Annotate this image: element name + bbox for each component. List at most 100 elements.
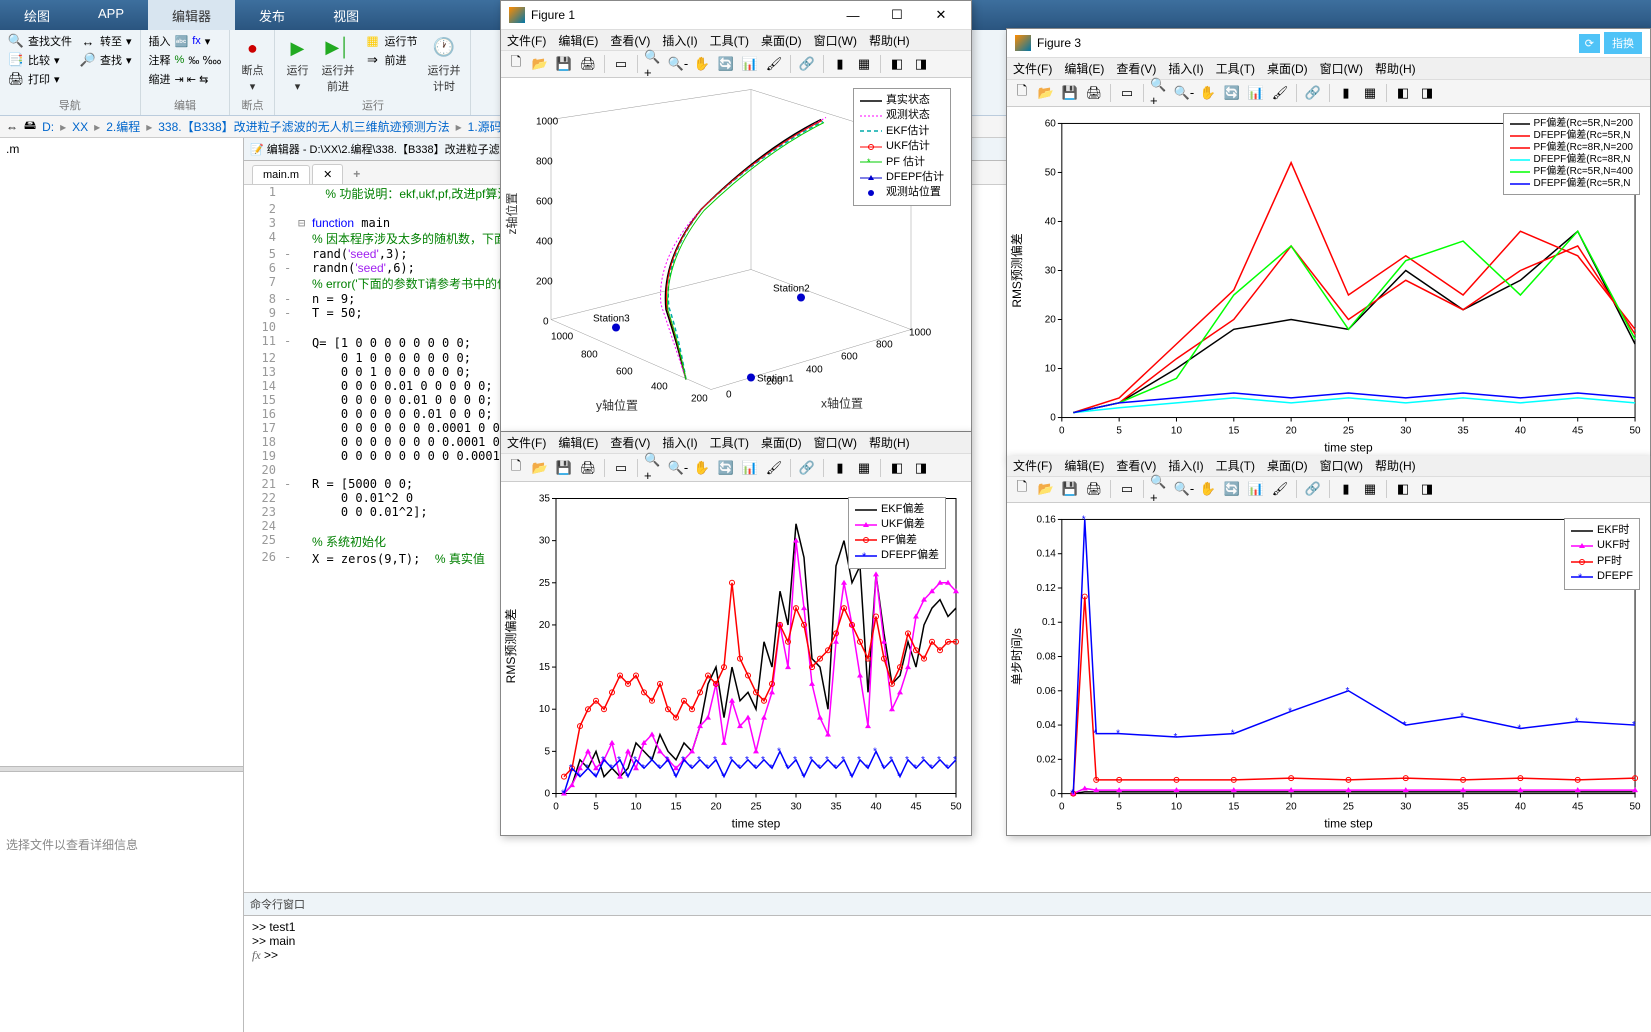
- find-button[interactable]: 🔎查找▾: [78, 51, 134, 69]
- open-icon[interactable]: 📂: [529, 53, 551, 75]
- svg-text:800: 800: [581, 350, 598, 361]
- svg-text:15: 15: [670, 802, 682, 813]
- svg-text:*: *: [1231, 729, 1235, 740]
- switch-button[interactable]: ⟳: [1579, 34, 1600, 53]
- svg-text:*: *: [721, 772, 725, 783]
- figure-1-axes[interactable]: Station1 Station2 Station3 1000800600400…: [501, 78, 971, 431]
- open-icon[interactable]: 📂: [529, 457, 551, 479]
- figure-1-legend[interactable]: 真实状态 观测状态 EKF估计 UKF估计 *PF 估计 DFEPF估计 观测站…: [853, 88, 951, 206]
- svg-text:25: 25: [1343, 802, 1355, 813]
- new-icon[interactable]: 🗋: [505, 457, 527, 479]
- figure-2-axes[interactable]: 0510152025303540455005101520253035******…: [501, 482, 971, 835]
- svg-text:y轴位置: y轴位置: [596, 398, 638, 413]
- insert-button[interactable]: 插入 🔤 fx ▾: [147, 32, 224, 50]
- menu-insert[interactable]: 插入(I): [662, 32, 697, 49]
- svg-text:Station3: Station3: [593, 314, 630, 325]
- legend-icon[interactable]: ▦: [853, 53, 875, 75]
- minimize-button[interactable]: —: [831, 1, 875, 29]
- figure-2-legend[interactable]: EKF偏差 UKF偏差 PF偏差 *DFEPF偏差: [848, 497, 946, 569]
- breakpoints-button[interactable]: ●断点▾: [236, 32, 268, 97]
- switch-button-label[interactable]: 指换: [1604, 32, 1642, 54]
- menu-tool[interactable]: 工具(T): [710, 32, 749, 49]
- svg-text:5: 5: [1116, 426, 1122, 437]
- run-time-button[interactable]: 🕐运行并 计时: [423, 32, 464, 97]
- addr-seg1[interactable]: XX: [72, 120, 88, 134]
- svg-text:x轴位置: x轴位置: [821, 396, 863, 411]
- svg-text:*: *: [761, 755, 765, 766]
- link-icon[interactable]: 🔗: [796, 53, 818, 75]
- svg-text:*: *: [625, 772, 629, 783]
- run-button[interactable]: ▶运行▾: [281, 32, 313, 97]
- pan-icon[interactable]: ✋: [691, 53, 713, 75]
- addr-nav-icon[interactable]: ⇔: [6, 120, 18, 134]
- new-icon[interactable]: 🗋: [505, 53, 527, 75]
- addr-seg4[interactable]: 1.源码: [468, 118, 502, 135]
- comment-button[interactable]: 注释 % ‰ ‱: [147, 51, 224, 69]
- print-button[interactable]: 🖨打印▾: [6, 70, 74, 88]
- editor-tab-close[interactable]: ✕: [312, 164, 343, 184]
- svg-text:z轴位置: z轴位置: [504, 192, 519, 234]
- indent-button[interactable]: 缩进 ⇥ ⇤ ⇆: [147, 70, 224, 88]
- figure-4-legend[interactable]: EKF时 UKF时 PF时 *DFEPF: [1564, 518, 1640, 590]
- datatip-icon[interactable]: 📊: [739, 53, 761, 75]
- zoom-in-icon[interactable]: 🔍+: [643, 53, 665, 75]
- save-icon[interactable]: 💾: [553, 457, 575, 479]
- command-window[interactable]: >> test1 >> main fx >>: [244, 916, 1651, 1032]
- menu-help[interactable]: 帮助(H): [869, 32, 910, 49]
- advance-button[interactable]: ⇒前进: [362, 51, 419, 69]
- tab-app[interactable]: APP: [74, 0, 148, 30]
- svg-text:200: 200: [691, 394, 708, 405]
- close-button[interactable]: ✕: [919, 1, 963, 29]
- tab-view[interactable]: 视图: [309, 0, 383, 30]
- tab-plot[interactable]: 绘图: [0, 0, 74, 30]
- menu-desktop[interactable]: 桌面(D): [761, 32, 802, 49]
- menu-window[interactable]: 窗口(W): [814, 32, 857, 49]
- svg-text:10: 10: [1171, 802, 1183, 813]
- svg-text:800: 800: [536, 157, 553, 168]
- svg-text:50: 50: [1630, 802, 1642, 813]
- svg-text:Station2: Station2: [773, 284, 810, 295]
- figure-4-axes[interactable]: 0510152025303540455000.020.040.060.080.1…: [1007, 503, 1650, 835]
- zoom-out-icon[interactable]: 🔍-: [667, 53, 689, 75]
- menu-edit[interactable]: 编辑(E): [558, 32, 598, 49]
- colorbar-icon[interactable]: ▮: [829, 53, 851, 75]
- pointer-icon[interactable]: ▭: [610, 53, 632, 75]
- addr-seg2[interactable]: 2.编程: [106, 118, 140, 135]
- editor-tab-main[interactable]: main.m: [252, 165, 310, 184]
- run-section-button[interactable]: ▦运行节: [362, 32, 419, 50]
- file-item[interactable]: .m: [6, 142, 237, 156]
- svg-text:40: 40: [1515, 802, 1527, 813]
- figure-3-legend[interactable]: PF偏差(Rc=5R,N=200 DFEPF偏差(Rc=5R,N PF偏差(Rc…: [1503, 113, 1640, 195]
- figure-3-axes[interactable]: 051015202530354045500102030405060time st…: [1007, 107, 1650, 459]
- addr-drive[interactable]: D:: [42, 120, 54, 134]
- svg-text:*: *: [601, 755, 605, 766]
- undock-icon[interactable]: ◨: [910, 53, 932, 75]
- tab-editor[interactable]: 编辑器: [148, 0, 235, 30]
- svg-text:10: 10: [539, 704, 551, 715]
- figure-1-title: Figure 1: [531, 8, 831, 22]
- rotate-icon[interactable]: 🔄: [715, 53, 737, 75]
- tab-publish[interactable]: 发布: [235, 0, 309, 30]
- editor-add-tab[interactable]: +: [345, 164, 368, 184]
- menu-view[interactable]: 查看(V): [610, 32, 650, 49]
- print-icon: 🖨: [8, 71, 24, 87]
- svg-text:0.1: 0.1: [1042, 617, 1056, 628]
- compare-button[interactable]: 📑比较▾: [6, 51, 74, 69]
- dock-icon[interactable]: ◧: [886, 53, 908, 75]
- menu-file[interactable]: 文件(F): [507, 32, 546, 49]
- clock-icon: 🕐: [432, 36, 456, 60]
- svg-text:0.02: 0.02: [1036, 754, 1056, 765]
- addr-seg3[interactable]: 338.【B338】改进粒子滤波的无人机三维航迹预测方法: [158, 118, 449, 135]
- run-advance-button[interactable]: ▶│运行并 前进: [317, 32, 358, 97]
- svg-text:0: 0: [726, 390, 732, 401]
- svg-text:*: *: [953, 755, 957, 766]
- find-files-button[interactable]: 🔍查找文件: [6, 32, 74, 50]
- maximize-button[interactable]: ☐: [875, 1, 919, 29]
- save-icon[interactable]: 💾: [553, 53, 575, 75]
- brush-icon[interactable]: 🖌: [763, 53, 785, 75]
- file-browser[interactable]: .m: [0, 138, 243, 766]
- goto-button[interactable]: ↔转至▾: [78, 32, 134, 50]
- svg-text:30: 30: [1400, 426, 1412, 437]
- print-icon[interactable]: 🖨: [577, 457, 599, 479]
- print-icon[interactable]: 🖨: [577, 53, 599, 75]
